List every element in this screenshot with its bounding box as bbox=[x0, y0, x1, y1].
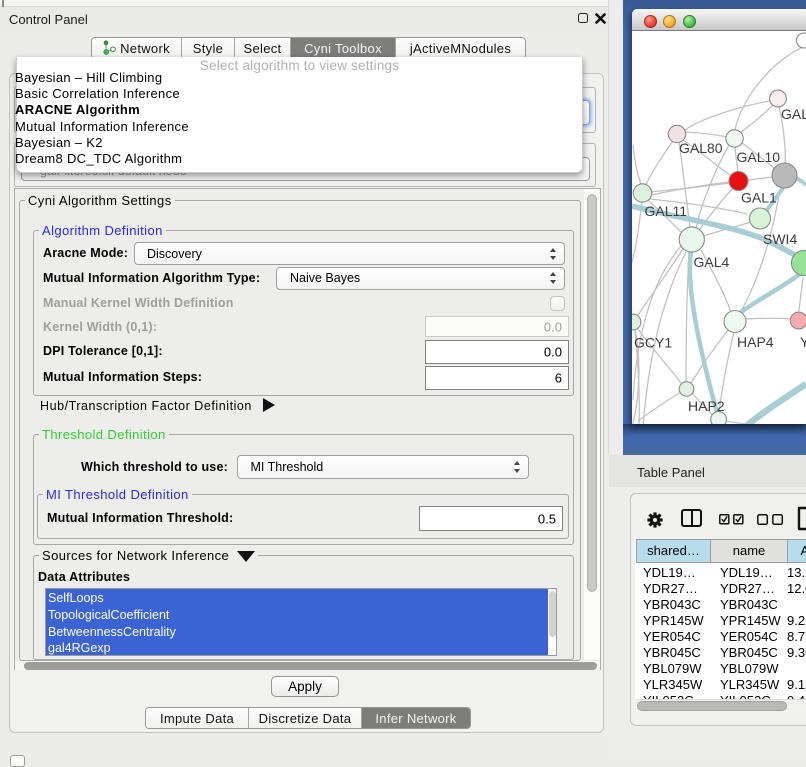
svg-text:GAL4: GAL4 bbox=[694, 254, 730, 270]
svg-text:GCY1: GCY1 bbox=[634, 335, 672, 351]
svg-text:GAL11: GAL11 bbox=[645, 203, 688, 219]
svg-text:GAL80: GAL80 bbox=[679, 140, 723, 156]
svg-text:GAL: GAL bbox=[781, 106, 806, 122]
svg-text:Y: Y bbox=[800, 334, 806, 350]
svg-text:GAL1: GAL1 bbox=[741, 190, 777, 206]
svg-text:SWI4: SWI4 bbox=[763, 231, 797, 247]
svg-text:GAL10: GAL10 bbox=[737, 149, 781, 165]
svg-text:HAP2: HAP2 bbox=[688, 398, 725, 414]
svg-text:HAP4: HAP4 bbox=[737, 334, 774, 350]
